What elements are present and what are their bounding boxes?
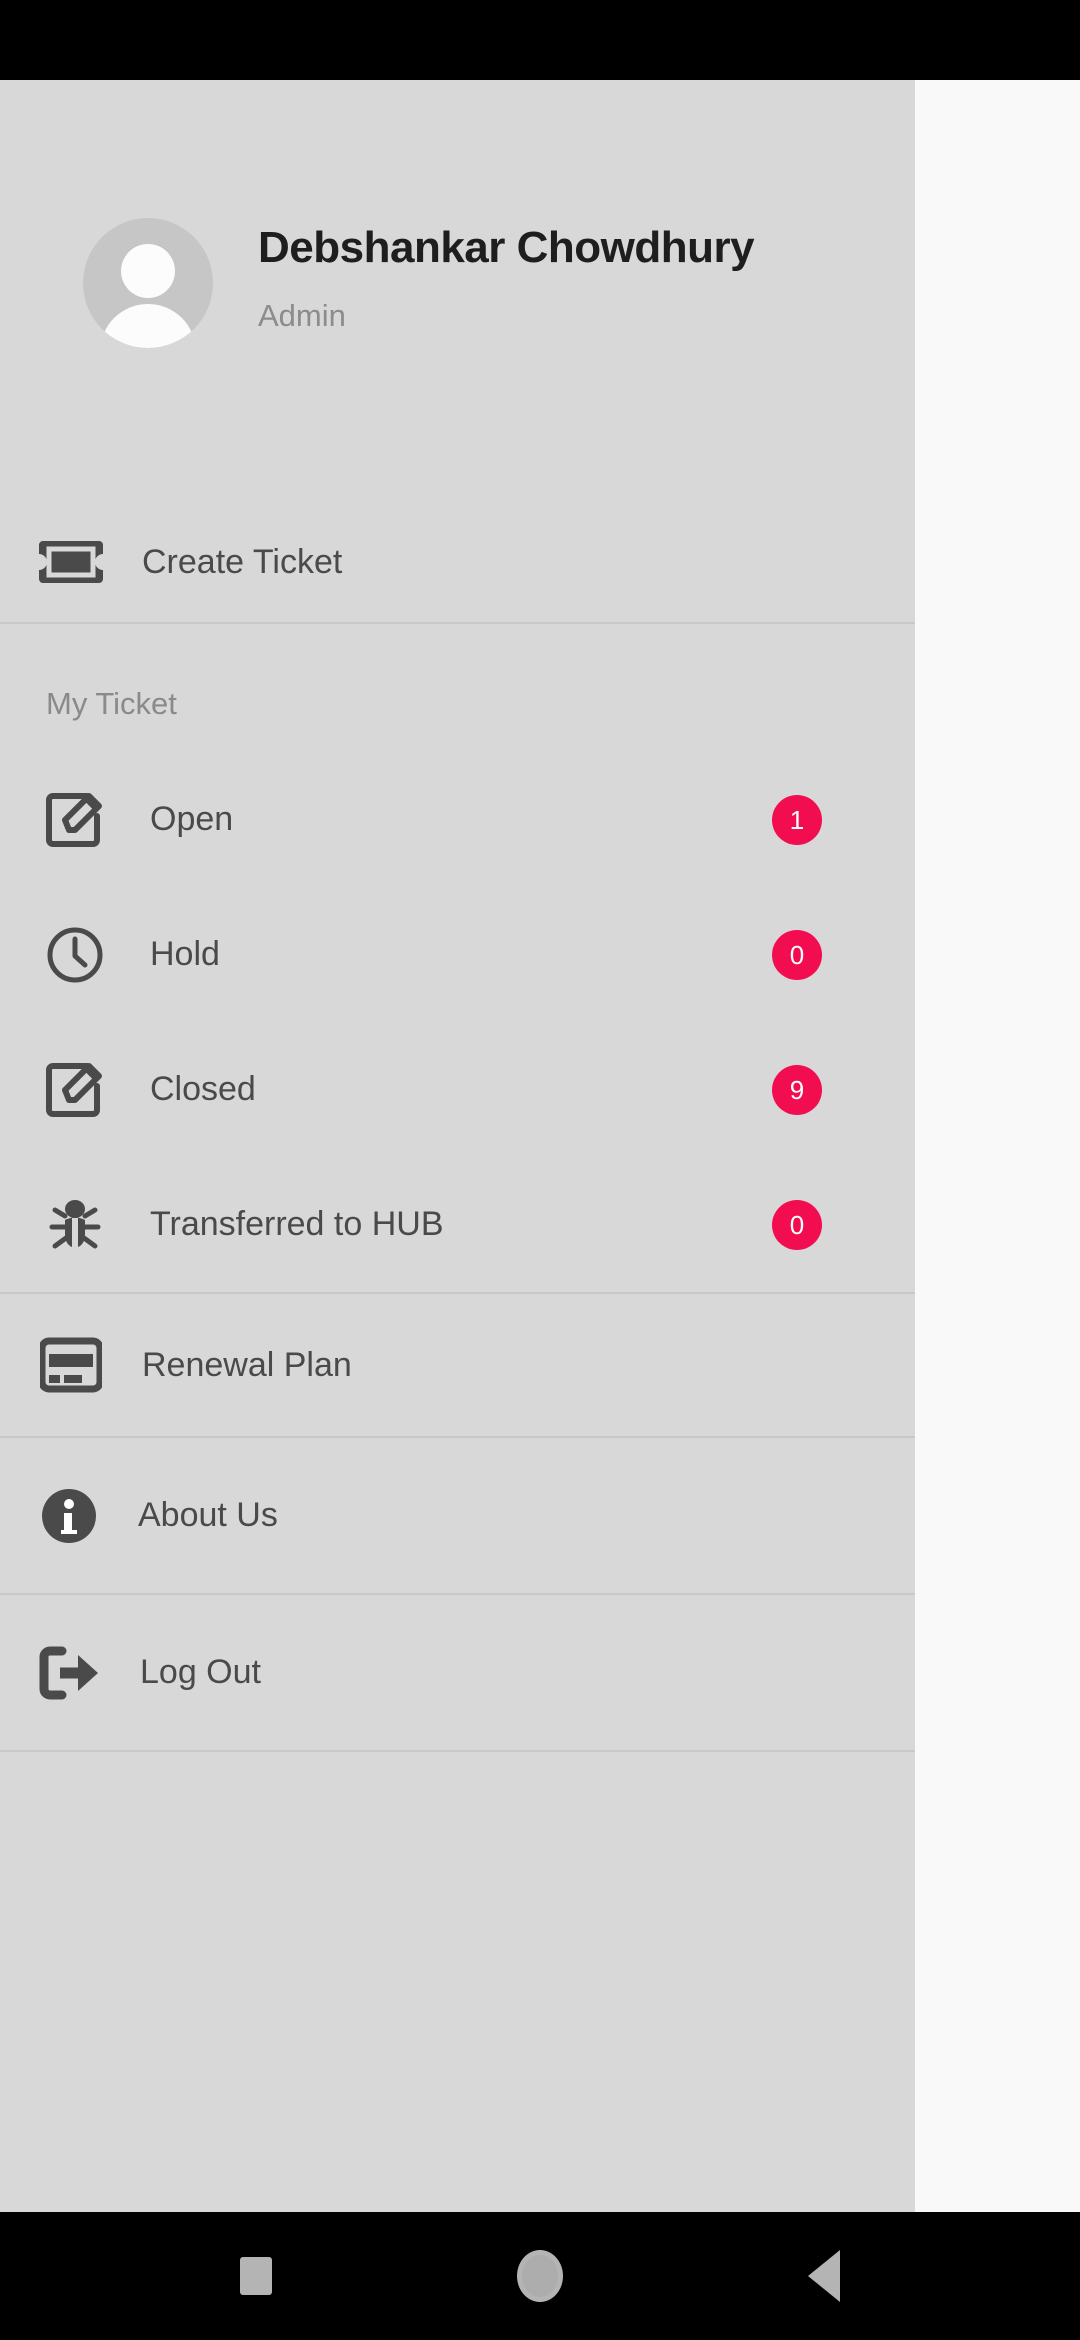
info-circle-icon xyxy=(0,1487,138,1545)
drawer-item-closed[interactable]: Closed 9 xyxy=(0,1022,915,1157)
home-circle-icon[interactable] xyxy=(495,2231,585,2321)
ticket-icon xyxy=(0,539,142,585)
bug-icon xyxy=(0,1196,150,1254)
phone-screen: Debshankar Chowdhury Admin Create Ticket… xyxy=(0,0,1080,2340)
drawer-item-label: Open xyxy=(150,800,234,838)
drawer-item-label: Log Out xyxy=(140,1653,261,1691)
drawer-empty-space xyxy=(0,1752,915,2212)
avatar-head xyxy=(121,244,175,298)
drawer-item-about-us[interactable]: About Us xyxy=(0,1438,915,1593)
sign-out-icon xyxy=(0,1645,140,1701)
drawer-item-label: Renewal Plan xyxy=(142,1345,352,1384)
credit-card-icon xyxy=(0,1337,142,1393)
drawer-item-log-out[interactable]: Log Out xyxy=(0,1595,915,1750)
back-triangle-icon[interactable] xyxy=(779,2231,869,2321)
drawer-item-label: About Us xyxy=(138,1496,278,1534)
android-navigation-bar xyxy=(0,2212,1080,2340)
status-bar xyxy=(0,0,1080,80)
person-avatar-icon xyxy=(83,218,213,348)
drawer-item-transferred-to-hub[interactable]: Transferred to HUB 0 xyxy=(0,1157,915,1292)
profile-text-block: Debshankar Chowdhury Admin xyxy=(258,210,755,334)
navigation-drawer: Debshankar Chowdhury Admin Create Ticket… xyxy=(0,80,915,2212)
profile-role: Admin xyxy=(258,298,346,334)
drawer-item-renewal-plan[interactable]: Renewal Plan xyxy=(0,1294,915,1436)
profile-name: Debshankar Chowdhury xyxy=(258,223,755,272)
status-badge: 9 xyxy=(772,1064,822,1115)
clock-icon xyxy=(0,926,150,984)
recents-square-icon[interactable] xyxy=(211,2231,301,2321)
drawer-item-label: Create Ticket xyxy=(142,542,343,581)
drawer-item-label: Closed xyxy=(150,1070,256,1108)
edit-square-icon xyxy=(0,790,150,850)
drawer-item-label: Hold xyxy=(150,935,220,973)
status-badge: 1 xyxy=(772,794,822,845)
section-title-my-ticket: My Ticket xyxy=(46,686,177,721)
drawer-item-hold[interactable]: Hold 0 xyxy=(0,887,915,1022)
drawer-item-create-ticket[interactable]: Create Ticket xyxy=(0,502,915,622)
drawer-item-label: Transferred to HUB xyxy=(150,1205,444,1243)
avatar-body xyxy=(100,304,196,348)
drawer-item-open[interactable]: Open 1 xyxy=(0,752,915,887)
status-badge: 0 xyxy=(772,1199,822,1250)
edit-square-icon xyxy=(0,1060,150,1120)
status-badge: 0 xyxy=(772,929,822,980)
